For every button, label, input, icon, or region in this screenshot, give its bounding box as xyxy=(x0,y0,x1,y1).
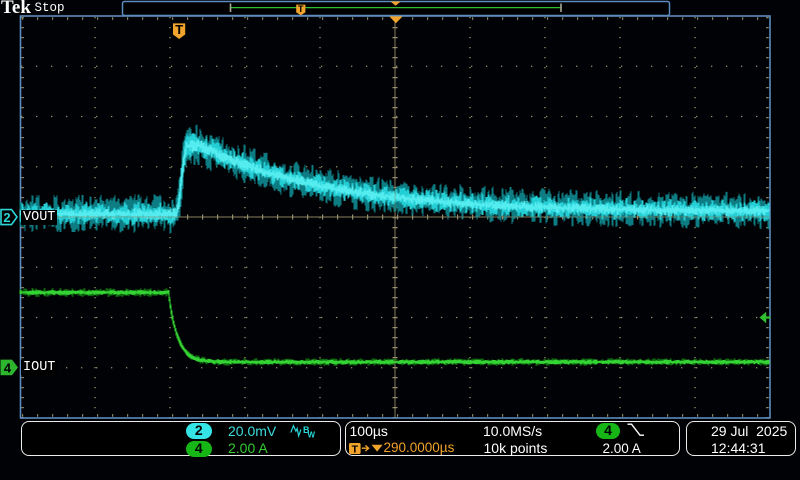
svg-text:W: W xyxy=(308,431,316,440)
svg-text:T: T xyxy=(352,444,359,456)
